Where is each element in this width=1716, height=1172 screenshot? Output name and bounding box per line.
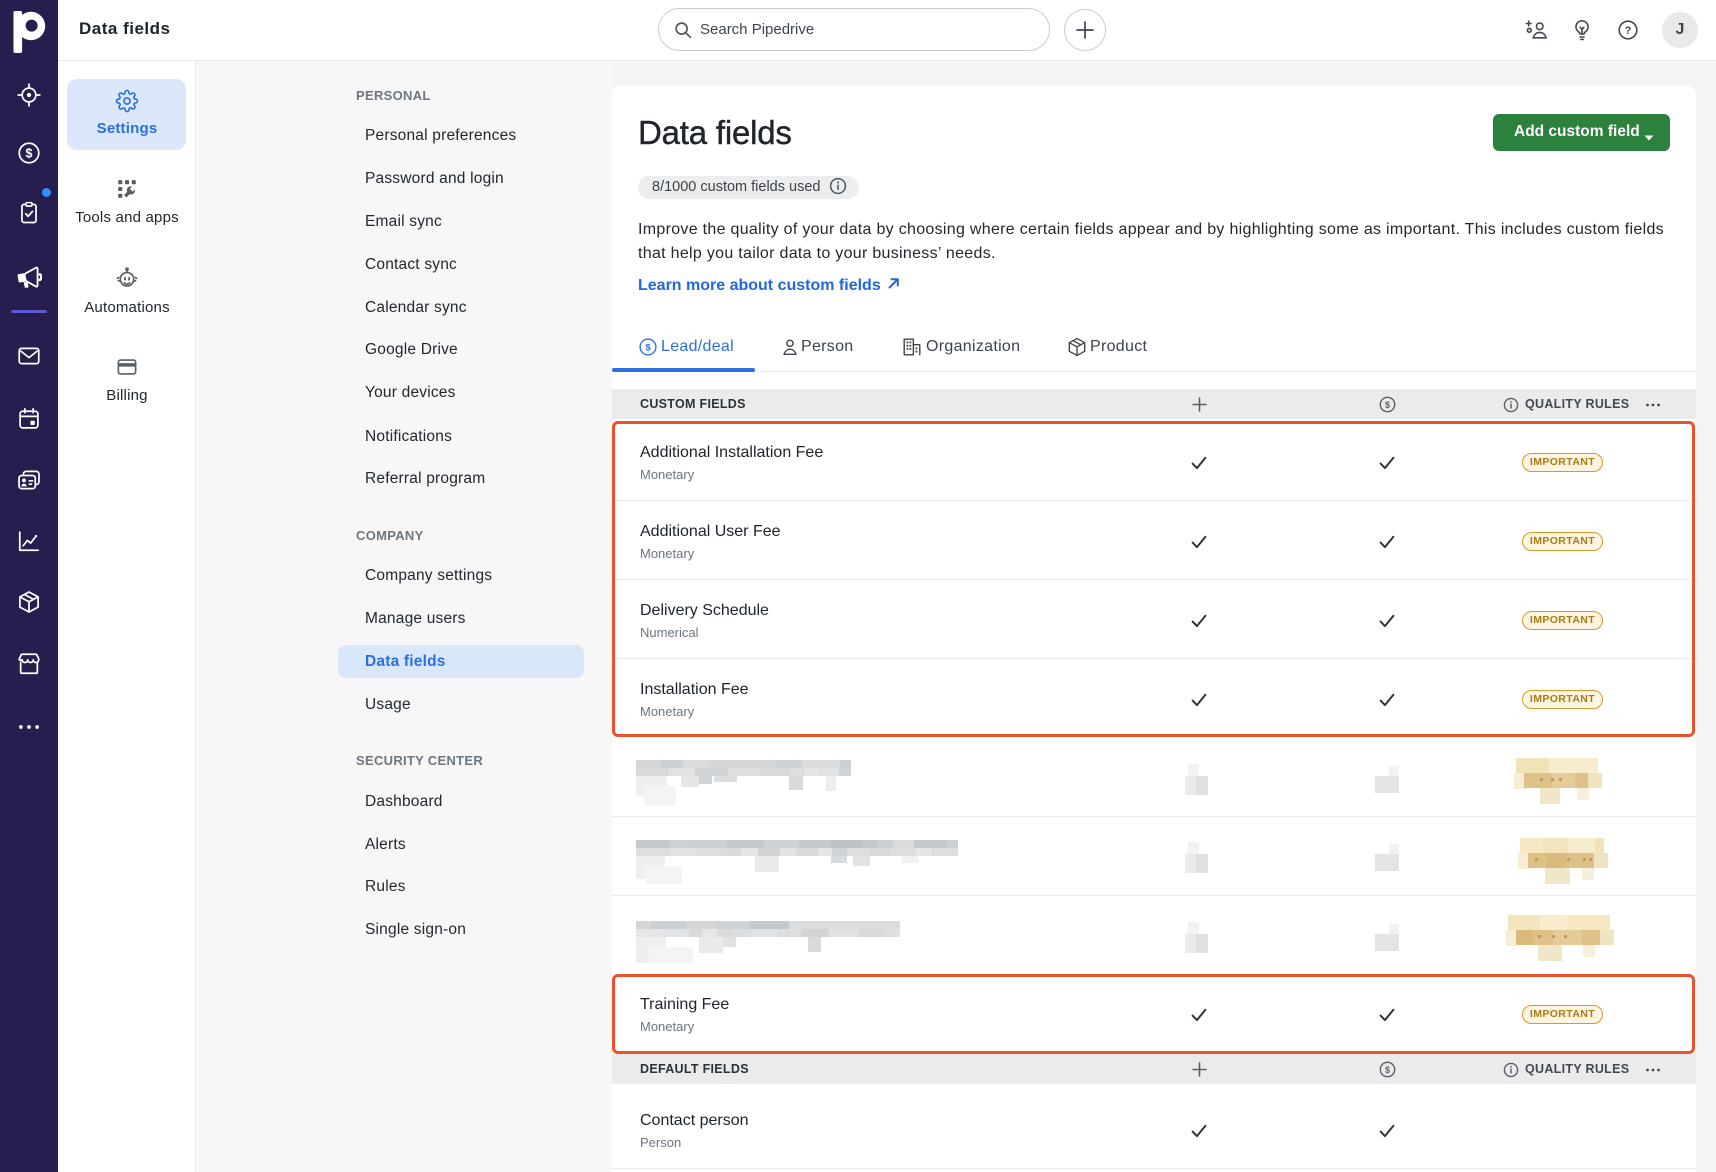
svg-text:$: $ xyxy=(26,147,33,161)
svg-text:$: $ xyxy=(1385,400,1390,410)
svg-text:$: $ xyxy=(645,343,651,354)
svg-text:$: $ xyxy=(1385,1065,1390,1075)
svg-text:?: ? xyxy=(1625,25,1632,37)
